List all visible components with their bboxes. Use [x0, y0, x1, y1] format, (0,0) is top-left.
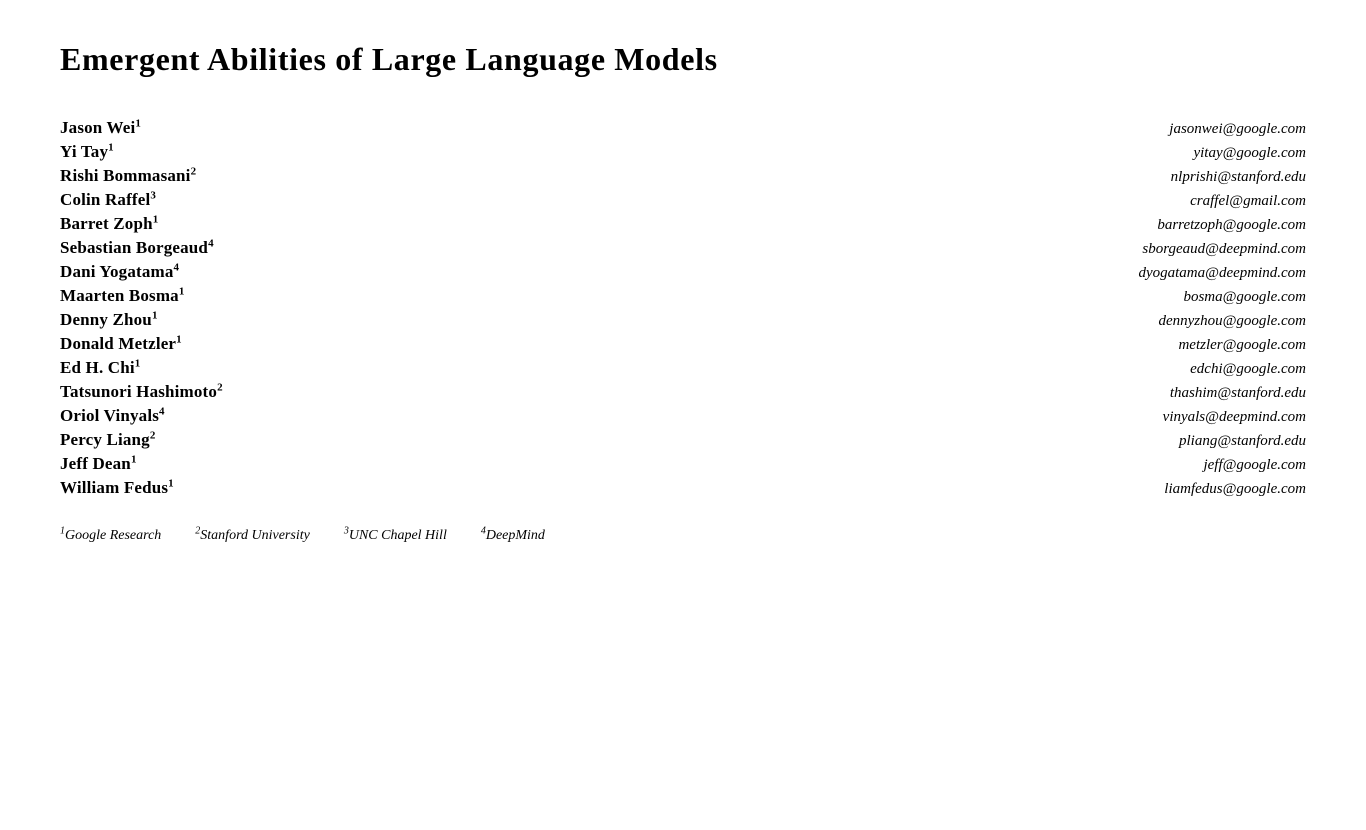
affiliation-item: 2Stanford University	[195, 528, 310, 543]
author-row: Colin Raffel3 craffel@gmail.com	[60, 190, 1306, 210]
author-email: nlprishi@stanford.edu	[1171, 169, 1306, 186]
author-affiliation-sup: 2	[191, 166, 197, 178]
author-affiliation-sup: 2	[217, 382, 223, 394]
author-row: Barret Zoph1 barretzoph@google.com	[60, 214, 1306, 234]
author-name: Percy Liang2	[60, 430, 156, 450]
author-affiliation-sup: 4	[159, 406, 165, 418]
author-affiliation-sup: 1	[176, 334, 182, 346]
page-container: Emergent Abilities of Large Language Mod…	[60, 40, 1306, 544]
author-name: Yi Tay1	[60, 142, 114, 162]
author-affiliation-sup: 1	[135, 118, 141, 130]
author-name: William Fedus1	[60, 478, 174, 498]
author-email: vinyals@deepmind.com	[1163, 409, 1306, 426]
author-email: yitay@google.com	[1193, 145, 1306, 162]
affiliation-item: 3UNC Chapel Hill	[344, 528, 447, 543]
author-name: Jeff Dean1	[60, 454, 137, 474]
author-row: Ed H. Chi1 edchi@google.com	[60, 358, 1306, 378]
author-row: Percy Liang2 pliang@stanford.edu	[60, 430, 1306, 450]
affiliation-sup: 2	[195, 526, 200, 537]
author-affiliation-sup: 3	[150, 190, 156, 202]
author-row: Yi Tay1 yitay@google.com	[60, 142, 1306, 162]
author-affiliation-sup: 4	[174, 262, 180, 274]
affiliations: 1Google Research 2Stanford University 3U…	[60, 528, 1306, 544]
author-email: sborgeaud@deepmind.com	[1142, 241, 1306, 258]
author-affiliation-sup: 2	[150, 430, 156, 442]
author-name: Ed H. Chi1	[60, 358, 140, 378]
author-affiliation-sup: 1	[152, 310, 158, 322]
author-name: Oriol Vinyals4	[60, 406, 165, 426]
author-name: Maarten Bosma1	[60, 286, 185, 306]
author-email: dennyzhou@google.com	[1158, 313, 1306, 330]
author-email: craffel@gmail.com	[1190, 193, 1306, 210]
author-row: Dani Yogatama4 dyogatama@deepmind.com	[60, 262, 1306, 282]
author-row: Denny Zhou1 dennyzhou@google.com	[60, 310, 1306, 330]
author-name: Tatsunori Hashimoto2	[60, 382, 223, 402]
author-email: dyogatama@deepmind.com	[1138, 265, 1306, 282]
author-affiliation-sup: 4	[208, 238, 214, 250]
author-row: Rishi Bommasani2 nlprishi@stanford.edu	[60, 166, 1306, 186]
author-affiliation-sup: 1	[179, 286, 185, 298]
author-row: Tatsunori Hashimoto2 thashim@stanford.edu	[60, 382, 1306, 402]
author-name: Barret Zoph1	[60, 214, 158, 234]
author-email: barretzoph@google.com	[1157, 217, 1306, 234]
paper-title: Emergent Abilities of Large Language Mod…	[60, 40, 1306, 78]
author-email: bosma@google.com	[1183, 289, 1306, 306]
author-row: Sebastian Borgeaud4 sborgeaud@deepmind.co…	[60, 238, 1306, 258]
author-affiliation-sup: 1	[131, 454, 137, 466]
author-affiliation-sup: 1	[108, 142, 114, 154]
author-name: Jason Wei1	[60, 118, 141, 138]
author-email: jeff@google.com	[1203, 457, 1306, 474]
affiliation-sup: 1	[60, 526, 65, 537]
affiliation-sup: 3	[344, 526, 349, 537]
author-email: liamfedus@google.com	[1164, 481, 1306, 498]
author-row: Donald Metzler1 metzler@google.com	[60, 334, 1306, 354]
author-name: Rishi Bommasani2	[60, 166, 196, 186]
affiliation-item: 1Google Research	[60, 528, 161, 543]
author-email: edchi@google.com	[1190, 361, 1306, 378]
author-email: metzler@google.com	[1178, 337, 1306, 354]
author-row: William Fedus1 liamfedus@google.com	[60, 478, 1306, 498]
author-row: Jason Wei1 jasonwei@google.com	[60, 118, 1306, 138]
author-row: Jeff Dean1 jeff@google.com	[60, 454, 1306, 474]
authors-section: Jason Wei1 jasonwei@google.com Yi Tay1 yita…	[60, 118, 1306, 498]
author-email: thashim@stanford.edu	[1170, 385, 1306, 402]
affiliation-item: 4DeepMind	[481, 528, 545, 543]
affiliation-sup: 4	[481, 526, 486, 537]
author-name: Donald Metzler1	[60, 334, 182, 354]
author-row: Maarten Bosma1 bosma@google.com	[60, 286, 1306, 306]
author-affiliation-sup: 1	[153, 214, 159, 226]
author-name: Denny Zhou1	[60, 310, 158, 330]
author-row: Oriol Vinyals4 vinyals@deepmind.com	[60, 406, 1306, 426]
author-email: jasonwei@google.com	[1169, 121, 1306, 138]
author-affiliation-sup: 1	[135, 358, 141, 370]
author-affiliation-sup: 1	[168, 478, 174, 490]
author-email: pliang@stanford.edu	[1179, 433, 1306, 450]
author-name: Dani Yogatama4	[60, 262, 179, 282]
author-name: Colin Raffel3	[60, 190, 156, 210]
author-name: Sebastian Borgeaud4	[60, 238, 214, 258]
